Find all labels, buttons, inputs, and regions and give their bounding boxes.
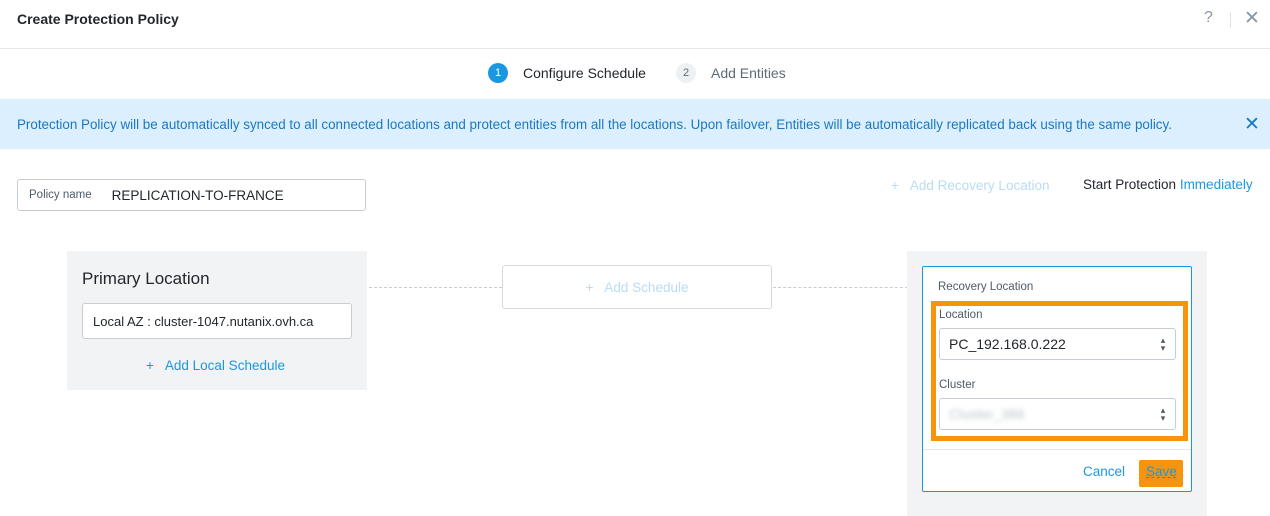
card-footer-divider [923,449,1191,450]
connector-line [773,287,908,288]
wizard-steps: 1 Configure Schedule 2 Add Entities [0,63,1270,85]
plus-icon: + [891,178,899,193]
start-protection-immediately-link[interactable]: Immediately [1180,177,1253,192]
step-configure-schedule[interactable]: 1 Configure Schedule [488,63,646,83]
add-recovery-location-label: Add Recovery Location [909,178,1050,193]
connector-line [369,287,502,288]
banner-text: Protection Policy will be automatically … [17,117,1172,132]
step-label: Configure Schedule [523,65,646,81]
help-icon[interactable]: ? [1204,9,1213,27]
cancel-button[interactable]: Cancel [1083,464,1125,479]
step-add-entities[interactable]: 2 Add Entities [676,63,786,83]
policy-name-label: Policy name [29,189,92,201]
add-local-schedule-label: Add Local Schedule [164,358,285,373]
primary-location-select[interactable]: Local AZ : cluster-1047.nutanix.ovh.ca [82,303,352,339]
cluster-select[interactable]: Cluster_388 ▴ ▾ [939,398,1176,430]
start-protection: Start Protection Immediately [1083,177,1253,192]
plus-icon: + [585,279,594,295]
plus-icon: + [146,358,154,373]
cluster-label: Cluster [939,379,976,391]
info-banner: Protection Policy will be automatically … [0,99,1270,149]
primary-location-title: Primary Location [82,269,210,288]
add-recovery-location-button[interactable]: + Add Recovery Location [891,178,1049,193]
dialog-header: Create Protection Policy ? ✕ [0,0,1270,49]
cluster-select-value: Cluster_388 [949,406,1025,422]
policy-name-value[interactable]: REPLICATION-TO-FRANCE [112,188,284,203]
policy-name-field[interactable]: Policy name REPLICATION-TO-FRANCE [17,179,366,211]
start-protection-label: Start Protection [1083,177,1177,192]
save-button-label: Save [1146,464,1177,479]
location-label: Location [939,309,983,321]
step-label: Add Entities [711,65,786,81]
location-select[interactable]: PC_192.168.0.222 ▴ ▾ [939,328,1176,360]
add-local-schedule-button[interactable]: + Add Local Schedule [146,358,285,373]
banner-close-icon[interactable]: ✕ [1244,113,1260,136]
dialog-title: Create Protection Policy [17,11,179,27]
select-arrows-icon: ▴ ▾ [1160,335,1166,353]
recovery-location-title: Recovery Location [938,281,1034,293]
location-select-value: PC_192.168.0.222 [949,336,1066,352]
step-number: 2 [676,63,696,83]
add-schedule-button[interactable]: + Add Schedule [502,265,772,309]
header-divider [1230,12,1231,28]
select-arrows-icon: ▴ ▾ [1160,405,1166,423]
step-number: 1 [488,63,508,83]
save-button[interactable]: Save [1139,460,1183,487]
close-icon[interactable]: ✕ [1244,7,1260,30]
primary-location-panel: Primary Location Local AZ : cluster-1047… [67,251,367,390]
add-schedule-label: Add Schedule [604,279,689,295]
